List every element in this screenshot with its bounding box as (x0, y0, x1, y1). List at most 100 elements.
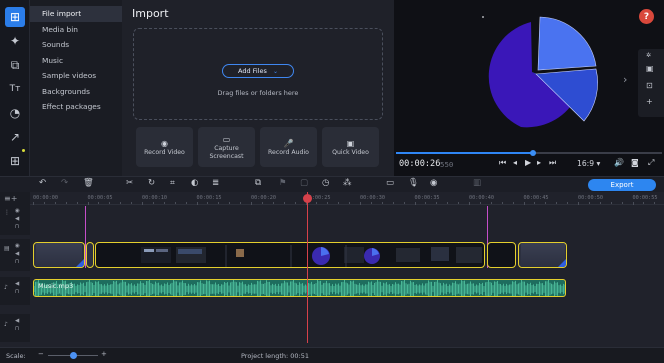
add-files-button[interactable]: Add Files ⌄ (222, 64, 294, 78)
record-video-button[interactable]: ◉ Record Video (136, 127, 193, 167)
add-track-icon[interactable]: ≡+ (4, 194, 17, 203)
playhead-handle[interactable] (303, 194, 312, 203)
ruler-tick (392, 202, 394, 204)
color-adjust-icon[interactable]: ◐ (191, 178, 198, 188)
lock-icon[interactable]: ⊓ (15, 289, 19, 295)
ruler-tick (338, 202, 340, 204)
cut-icon[interactable]: ✂ (126, 178, 133, 188)
magic-wand-icon[interactable]: ✦ (5, 31, 25, 51)
ruler-tick-label: 00:00:50 (578, 195, 603, 201)
nav-item-music[interactable]: Music (30, 53, 122, 69)
drop-zone[interactable]: Add Files ⌄ Drag files or folders here (133, 28, 383, 120)
nav-item-sounds[interactable]: Sounds (30, 37, 122, 53)
record-audio-button[interactable]: 🎤 Record Audio (260, 127, 317, 167)
speaker-icon[interactable]: ◀ (15, 281, 19, 287)
project-length: Project length: 00:51 (241, 352, 310, 360)
import-nav: File import Media bin Sounds Music Sampl… (30, 0, 122, 176)
progress-handle[interactable] (529, 150, 536, 156)
ruler-tick (261, 202, 263, 204)
timeline-ruler[interactable]: 00:00:00 00:00:05 00:00:10 00:00:15 00:00:20… (30, 192, 664, 205)
transition-clip[interactable] (86, 242, 94, 268)
overlay-icon[interactable]: ⧉ (255, 178, 261, 188)
redo-icon[interactable]: ↷ (61, 178, 68, 188)
scale-slider-handle[interactable] (70, 352, 77, 359)
nav-item-file-import[interactable]: File import (30, 6, 122, 22)
speaker-icon[interactable]: ◀ (15, 318, 19, 324)
callouts-icon[interactable]: ↗ (5, 127, 25, 147)
speed-icon[interactable]: ◷ (322, 178, 329, 188)
video-clip[interactable] (487, 242, 516, 268)
ruler-tick (479, 202, 481, 204)
ruler-tick (436, 202, 438, 204)
help-button[interactable]: ? (639, 9, 654, 24)
split-icon[interactable]: ▥ (473, 178, 481, 188)
camera-icon[interactable]: ◙ (631, 158, 639, 167)
ruler-tick (501, 202, 503, 204)
play-icon[interactable]: ▶ (525, 158, 531, 167)
lock-icon[interactable]: ⊓ (15, 326, 19, 332)
nav-item-effect-packages[interactable]: Effect packages (30, 99, 122, 115)
ruler-tick (512, 202, 514, 204)
webcam-record-icon[interactable]: ◉ (430, 178, 437, 188)
ruler-tick (54, 202, 56, 204)
fullscreen-icon[interactable]: ⤢ (648, 158, 654, 168)
titles-icon[interactable]: Tт (5, 79, 25, 99)
snapshot-icon[interactable]: ▣ (646, 64, 654, 73)
ruler-tick (414, 202, 416, 205)
clip-properties-icon[interactable]: ≣ (212, 178, 219, 188)
stabilize-icon[interactable]: ⁂ (343, 178, 352, 188)
quick-video-label: Quick Video (332, 148, 369, 156)
quick-video-button[interactable]: ▣ Quick Video (322, 127, 379, 167)
undo-icon[interactable]: ↶ (39, 178, 46, 188)
nav-item-media-bin[interactable]: Media bin (30, 22, 122, 38)
crop-tool-icon[interactable]: ⌗ (170, 178, 175, 188)
skip-end-icon[interactable]: ⏭ (549, 158, 556, 168)
lock-icon[interactable]: ⊓ (15, 224, 19, 230)
audio-clip[interactable]: Music.mp3 (33, 279, 566, 297)
add-track-area: ≡+ (0, 192, 30, 205)
eye-icon[interactable]: ◉ (15, 243, 20, 249)
zoom-in-icon[interactable]: + (101, 350, 107, 358)
speaker-icon[interactable]: ◀ (15, 251, 19, 257)
delete-icon[interactable]: 🗑 (83, 178, 94, 188)
voiceover-mic-icon[interactable]: 🎙 (408, 178, 419, 188)
clip-thumbnails (141, 245, 482, 267)
export-button[interactable]: Export (588, 179, 656, 191)
frame-icon[interactable]: ▢ (300, 178, 308, 188)
playback-progress[interactable] (396, 150, 662, 156)
audio-clip-label: Music.mp3 (38, 282, 74, 290)
ruler-tick (218, 202, 220, 204)
video-clip-main[interactable] (95, 242, 485, 268)
volume-icon[interactable]: 🔊 (614, 158, 624, 167)
zoom-out-icon[interactable]: − (38, 350, 44, 358)
speaker-icon[interactable]: ◀ (15, 216, 19, 222)
screen-record-icon[interactable]: ▭ (386, 178, 394, 188)
eye-icon[interactable]: ◉ (15, 208, 20, 214)
stickers-icon[interactable]: ◔ (5, 103, 25, 123)
next-frame-icon[interactable]: ▸ (537, 158, 541, 167)
ruler-tick (316, 202, 318, 204)
capture-screencast-button[interactable]: ▭ Capture Screencast (198, 127, 255, 167)
rotate-icon[interactable]: ↻ (148, 178, 155, 188)
aspect-ratio-select[interactable]: 16:9 ▾ (577, 159, 600, 168)
lock-icon[interactable]: ⊓ (15, 259, 19, 265)
add-icon[interactable]: + (646, 97, 653, 106)
ruler-tick-label: 00:00:40 (469, 195, 494, 201)
video-clip[interactable] (518, 242, 567, 268)
ruler-tick-label: 00:00:45 (523, 195, 549, 201)
chevron-right-icon[interactable]: › (623, 73, 627, 86)
more-tools-icon[interactable]: ⊞ (5, 151, 25, 171)
transitions-icon[interactable]: ⧉ (5, 55, 25, 75)
drag-hint: Drag files or folders here (217, 89, 299, 97)
ruler-tick (610, 202, 612, 204)
crop-icon[interactable]: ⊡ (646, 81, 653, 90)
prev-frame-icon[interactable]: ◂ (513, 158, 517, 167)
nav-item-backgrounds[interactable]: Backgrounds (30, 84, 122, 100)
marker-flag-icon[interactable]: ⚑ (279, 178, 287, 188)
video-clip[interactable] (33, 242, 85, 268)
settings-icon[interactable]: ✲ (646, 52, 651, 59)
import-icon[interactable]: ⊞ (5, 7, 25, 27)
nav-item-sample-videos[interactable]: Sample videos (30, 68, 122, 84)
ruler-tick (370, 202, 372, 204)
skip-start-icon[interactable]: ⏮ (499, 158, 506, 168)
